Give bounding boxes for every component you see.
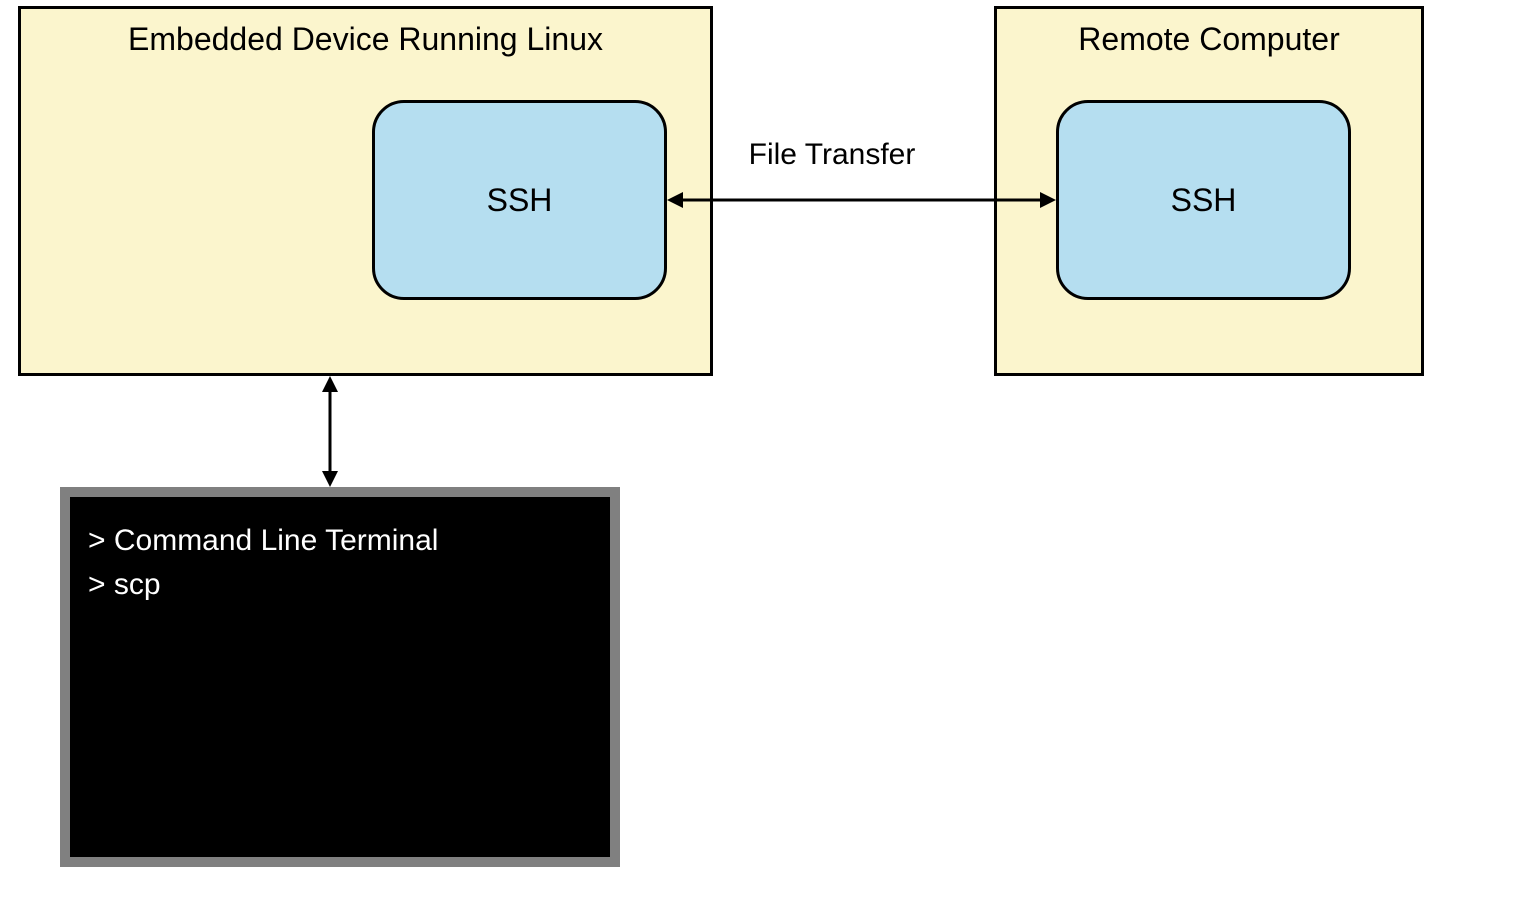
terminal-arrow bbox=[320, 376, 340, 487]
embedded-device-title: Embedded Device Running Linux bbox=[21, 9, 710, 58]
file-transfer-arrow bbox=[667, 190, 1056, 210]
terminal-line-2: > scp bbox=[88, 563, 592, 607]
embedded-ssh-box: SSH bbox=[372, 100, 667, 300]
terminal-line-1: > Command Line Terminal bbox=[88, 519, 592, 563]
remote-ssh-label: SSH bbox=[1171, 182, 1237, 219]
embedded-ssh-label: SSH bbox=[487, 182, 553, 219]
file-transfer-label: File Transfer bbox=[672, 138, 992, 172]
remote-computer-title: Remote Computer bbox=[997, 9, 1421, 58]
remote-ssh-box: SSH bbox=[1056, 100, 1351, 300]
terminal-box: > Command Line Terminal > scp bbox=[60, 487, 620, 867]
